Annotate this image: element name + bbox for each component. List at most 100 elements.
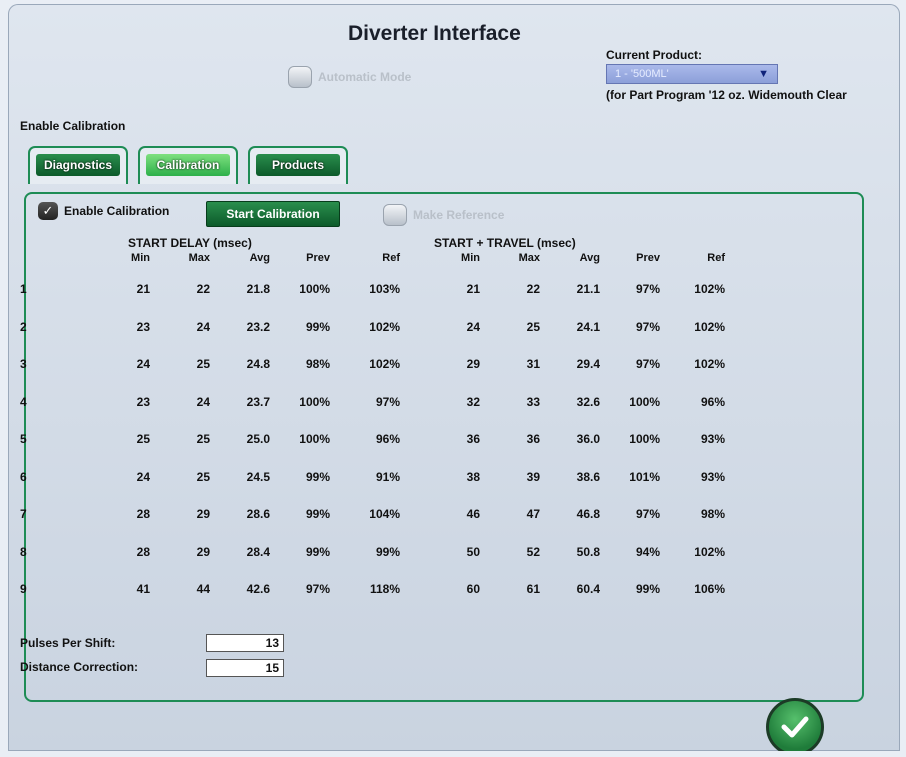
table-cell: 29 bbox=[466, 357, 480, 371]
table-cell: 38.6 bbox=[576, 469, 600, 484]
table-cell: 24 bbox=[466, 319, 480, 334]
table-cell: 50 bbox=[466, 544, 480, 559]
table-cell: 24 bbox=[196, 319, 210, 334]
table-cell: 29 bbox=[196, 544, 210, 559]
confirm-button[interactable] bbox=[766, 698, 824, 751]
make-reference-toggle[interactable]: Make Reference bbox=[383, 204, 504, 226]
tab-diagnostics[interactable]: Diagnostics bbox=[28, 146, 128, 184]
table-cell: 96% bbox=[700, 394, 725, 409]
column-header: Max bbox=[518, 252, 540, 264]
automatic-mode-label: Automatic Mode bbox=[318, 70, 412, 84]
table-cell: 100% bbox=[299, 282, 330, 296]
column-header: Min bbox=[131, 252, 150, 264]
table-cell: 39 bbox=[526, 469, 540, 484]
table-cell: 100% bbox=[299, 432, 330, 446]
tab-calibration[interactable]: Calibration bbox=[138, 146, 238, 184]
table-cell: 25 bbox=[196, 432, 210, 446]
table-cell: 98% bbox=[700, 507, 725, 521]
column-header: Min bbox=[461, 252, 480, 264]
table-cell: 38 bbox=[466, 469, 480, 484]
calibration-panel bbox=[24, 192, 864, 702]
table-cell: 99% bbox=[635, 582, 660, 596]
table-cell: 21.8 bbox=[246, 282, 270, 296]
table-cell: 32.6 bbox=[576, 394, 600, 409]
checkmark-icon bbox=[781, 716, 809, 738]
table-cell: 33 bbox=[526, 394, 540, 409]
enable-calibration-checkbox-row[interactable]: ✓ Enable Calibration bbox=[38, 202, 169, 220]
start-travel-heading: START + TRAVEL (msec) bbox=[434, 236, 576, 250]
table-cell: 100% bbox=[629, 394, 660, 409]
table-cell: 25 bbox=[196, 469, 210, 484]
table-cell: 100% bbox=[299, 394, 330, 409]
table-cell: 97% bbox=[635, 319, 660, 334]
table-cell: 46 bbox=[466, 507, 480, 521]
table-cell: 24.1 bbox=[576, 319, 600, 334]
table-cell: 94% bbox=[635, 544, 660, 559]
table-cell: 25 bbox=[136, 432, 150, 446]
table-cell: 22 bbox=[196, 282, 210, 296]
table-cell: 29 bbox=[196, 507, 210, 521]
table-cell: 60.4 bbox=[576, 582, 600, 596]
table-cell: 102% bbox=[694, 544, 725, 559]
pulses-per-shift-label: Pulses Per Shift: bbox=[20, 636, 116, 650]
distance-correction-label: Distance Correction: bbox=[20, 660, 139, 674]
current-product-label: Current Product: bbox=[606, 48, 702, 62]
table-cell: 28 bbox=[136, 544, 150, 559]
enable-calibration-checkbox[interactable]: ✓ bbox=[38, 202, 58, 220]
make-reference-button[interactable] bbox=[383, 204, 407, 226]
table-cell: 28.6 bbox=[246, 507, 270, 521]
current-product-select[interactable]: 1 - '500ML' ▼ bbox=[606, 64, 778, 84]
diverter-window: Diverter Interface Automatic Mode Curren… bbox=[8, 4, 900, 751]
table-cell: 102% bbox=[694, 319, 725, 334]
table-cell: 97% bbox=[375, 394, 400, 409]
table-cell: 118% bbox=[369, 582, 400, 596]
table-cell: 97% bbox=[635, 282, 660, 296]
column-header: Ref bbox=[707, 252, 725, 264]
table-cell: 46.8 bbox=[576, 507, 600, 521]
pulses-per-shift-input[interactable]: 13 bbox=[206, 634, 284, 652]
table-cell: 31 bbox=[526, 357, 540, 371]
table-cell: 36.0 bbox=[576, 432, 600, 446]
table-cell: 50.8 bbox=[576, 544, 600, 559]
start-calibration-button[interactable]: Start Calibration bbox=[206, 201, 340, 227]
table-cell: 29.4 bbox=[576, 357, 600, 371]
table-cell: 102% bbox=[369, 357, 400, 371]
make-reference-label: Make Reference bbox=[413, 208, 505, 222]
table-cell: 23 bbox=[136, 319, 150, 334]
distance-correction-input[interactable]: 15 bbox=[206, 659, 284, 677]
start-delay-heading: START DELAY (msec) bbox=[128, 236, 252, 250]
table-cell: 28.4 bbox=[246, 544, 270, 559]
column-header: Ref bbox=[382, 252, 400, 264]
tab-calibration-label: Calibration bbox=[146, 154, 230, 176]
tab-products[interactable]: Products bbox=[248, 146, 348, 184]
table-cell: 23.2 bbox=[246, 319, 270, 334]
table-cell: 22 bbox=[526, 282, 540, 296]
table-cell: 21.1 bbox=[576, 282, 600, 296]
table-cell: 24.8 bbox=[246, 357, 270, 371]
table-cell: 36 bbox=[466, 432, 480, 446]
table-cell: 97% bbox=[635, 507, 660, 521]
row-number: 2 bbox=[20, 319, 27, 334]
table-cell: 97% bbox=[305, 582, 330, 596]
table-cell: 102% bbox=[694, 282, 725, 296]
table-cell: 98% bbox=[305, 357, 330, 371]
table-cell: 24.5 bbox=[246, 469, 270, 484]
table-cell: 24 bbox=[136, 357, 150, 371]
table-cell: 23.7 bbox=[246, 394, 270, 409]
automatic-mode-button[interactable] bbox=[288, 66, 312, 88]
table-cell: 99% bbox=[305, 544, 330, 559]
row-number: 5 bbox=[20, 432, 27, 446]
table-cell: 61 bbox=[526, 582, 540, 596]
table-cell: 25 bbox=[526, 319, 540, 334]
table-cell: 97% bbox=[635, 357, 660, 371]
automatic-mode-toggle[interactable]: Automatic Mode bbox=[288, 66, 411, 88]
row-number: 8 bbox=[20, 544, 27, 559]
table-cell: 21 bbox=[466, 282, 480, 296]
table-cell: 99% bbox=[305, 469, 330, 484]
current-product-value: 1 - '500ML' bbox=[615, 68, 669, 80]
enable-calibration-label: Enable Calibration bbox=[64, 204, 170, 218]
column-header: Avg bbox=[249, 252, 270, 264]
table-cell: 41 bbox=[136, 582, 150, 596]
table-cell: 99% bbox=[375, 544, 400, 559]
table-cell: 91% bbox=[375, 469, 400, 484]
